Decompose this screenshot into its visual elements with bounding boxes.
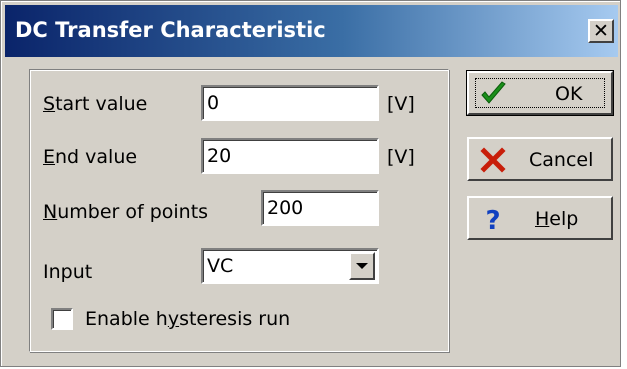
end-value-unit: [V] bbox=[387, 146, 415, 168]
chevron-down-icon bbox=[356, 263, 368, 269]
input-select[interactable]: VC bbox=[201, 248, 379, 284]
window-title: DC Transfer Characteristic bbox=[15, 18, 326, 42]
number-of-points-label: Number of points bbox=[43, 201, 209, 223]
input-selected-value: VC bbox=[207, 255, 234, 277]
ok-button[interactable]: OK bbox=[466, 70, 614, 116]
cancel-button[interactable]: Cancel bbox=[467, 137, 613, 181]
number-of-points-field[interactable]: 200 bbox=[261, 190, 379, 226]
end-value-label: End value bbox=[43, 146, 138, 168]
dc-transfer-dialog: DC Transfer Characteristic ✕ Start value… bbox=[0, 0, 621, 367]
x-icon bbox=[480, 147, 506, 173]
close-button[interactable]: ✕ bbox=[588, 19, 614, 43]
title-bar[interactable]: DC Transfer Characteristic ✕ bbox=[5, 5, 618, 57]
close-icon: ✕ bbox=[593, 19, 609, 42]
checkmark-icon bbox=[481, 81, 506, 104]
start-value-unit: [V] bbox=[387, 93, 415, 115]
svg-text:?: ? bbox=[485, 206, 500, 233]
hysteresis-checkbox[interactable] bbox=[51, 308, 73, 330]
dropdown-button[interactable] bbox=[349, 252, 375, 280]
question-icon: ? bbox=[485, 206, 500, 233]
hysteresis-label[interactable]: Enable hysteresis run bbox=[85, 308, 290, 330]
help-label: Help bbox=[535, 208, 579, 230]
start-value-field[interactable]: 0 bbox=[201, 85, 379, 121]
help-button[interactable]: ? Help bbox=[467, 196, 613, 240]
cancel-label: Cancel bbox=[529, 149, 594, 171]
ok-label: OK bbox=[555, 83, 583, 105]
start-value-label: Start value bbox=[43, 93, 148, 115]
end-value-field[interactable]: 20 bbox=[201, 138, 379, 174]
input-label: Input bbox=[43, 261, 93, 283]
